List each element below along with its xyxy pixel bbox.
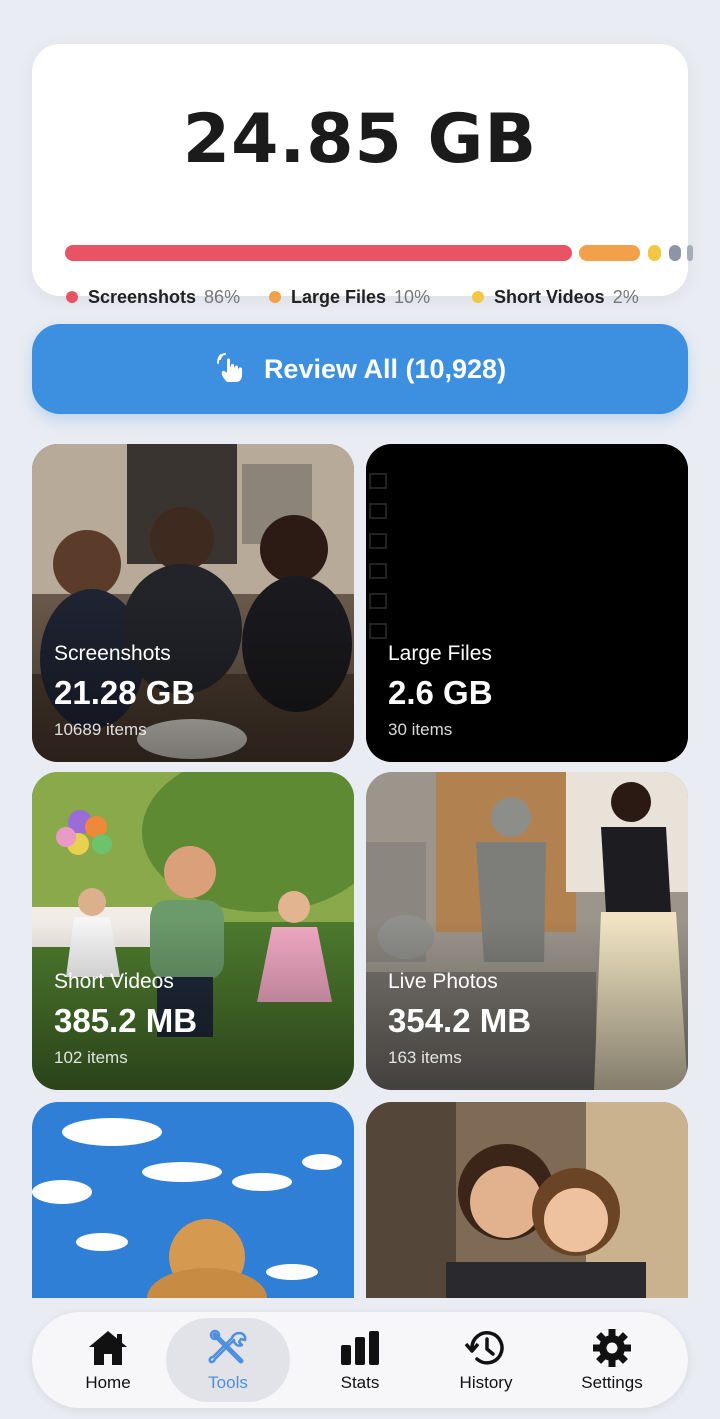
category-tile-live-photos[interactable]: Live Photos 354.2 MB 163 items xyxy=(366,772,688,1090)
storage-summary-card: 24.85 GB Screenshots 86% Large Files 10%… xyxy=(32,44,693,307)
selfie-photo xyxy=(366,1102,688,1298)
category-tile-screenshots[interactable]: Screenshots 21.28 GB 10689 items xyxy=(32,444,354,762)
tile-title: Screenshots xyxy=(54,642,171,665)
tile-count: 30 items xyxy=(388,720,453,739)
history-icon xyxy=(464,1331,504,1365)
legend-dot xyxy=(66,291,78,303)
nav-item-tools[interactable]: Tools xyxy=(166,1318,290,1402)
gear-icon xyxy=(593,1329,631,1367)
video-thumbnail xyxy=(366,444,688,762)
tools-icon xyxy=(208,1329,247,1364)
legend-dot xyxy=(269,291,281,303)
legend-item-large-files: Large Files 10% xyxy=(269,286,430,308)
nav-item-home[interactable]: Home xyxy=(46,1318,170,1402)
legend-item-screenshots: Screenshots 86% xyxy=(66,286,240,308)
bottom-nav: Home Tools Stats History Settings xyxy=(32,1312,688,1408)
tile-size: 21.28 GB xyxy=(54,674,196,711)
tile-title: Large Files xyxy=(388,642,492,665)
tile-title: Live Photos xyxy=(388,970,498,993)
legend-dot xyxy=(472,291,484,303)
total-size: 24.85 GB xyxy=(182,100,538,179)
bar-chart-icon xyxy=(341,1331,379,1365)
home-icon xyxy=(89,1331,127,1365)
tile-count: 102 items xyxy=(54,1048,128,1067)
nav-item-history[interactable]: History xyxy=(424,1318,548,1402)
review-all-label: Review All (10,928) xyxy=(263,353,507,384)
bar-segment-short-videos xyxy=(648,245,661,261)
bar-segment-other-2 xyxy=(687,245,693,261)
tile-count: 10689 items xyxy=(54,720,147,739)
review-all-button[interactable]: Review All (10,928) xyxy=(32,324,688,414)
nav-item-settings[interactable]: Settings xyxy=(550,1318,674,1402)
bar-segment-other xyxy=(669,245,681,261)
category-tile-short-videos[interactable]: Short Videos 385.2 MB 102 items xyxy=(32,772,354,1090)
nav-item-stats[interactable]: Stats xyxy=(298,1318,422,1402)
tile-size: 2.6 GB xyxy=(388,674,493,711)
tile-size: 385.2 MB xyxy=(54,1002,198,1039)
bar-segment-screenshots xyxy=(65,245,572,261)
tile-title: Short Videos xyxy=(54,970,174,993)
photo-tile-selfie[interactable] xyxy=(366,1102,688,1298)
tap-hand-icon xyxy=(216,353,242,382)
photo-tile-dog[interactable] xyxy=(32,1102,354,1298)
category-tile-large-files[interactable]: Large Files 2.6 GB 30 items xyxy=(366,444,688,762)
bar-segment-large-files xyxy=(579,245,640,261)
dog-photo xyxy=(32,1102,354,1298)
legend-item-short-videos: Short Videos 2% xyxy=(472,286,639,308)
tile-size: 354.2 MB xyxy=(388,1002,532,1039)
tile-count: 163 items xyxy=(388,1048,462,1067)
